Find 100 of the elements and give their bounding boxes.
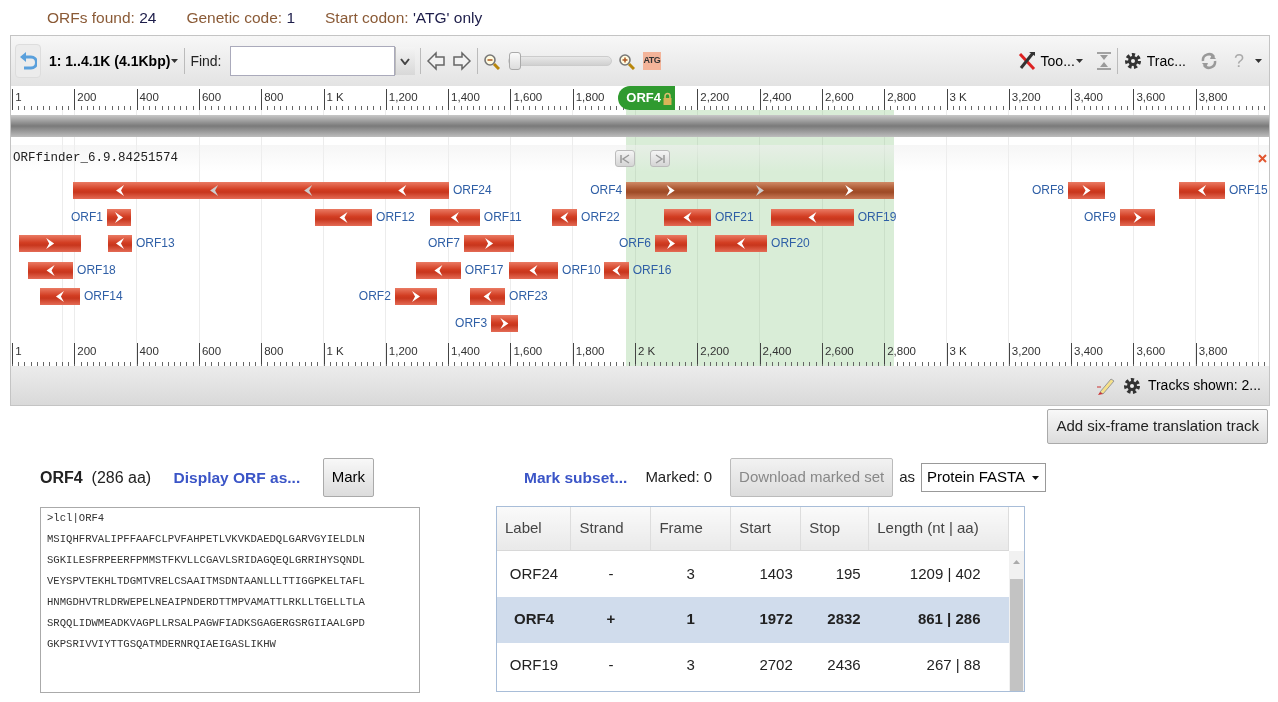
- orf-bar[interactable]: [715, 235, 768, 252]
- orf-bar[interactable]: [430, 208, 480, 226]
- orf-label[interactable]: ORF14: [83, 289, 123, 304]
- arrow-left-icon[interactable]: [425, 51, 446, 71]
- format-select[interactable]: Protein FASTA: [921, 463, 1047, 492]
- summary-text: Start codon: 'ATG' only: [325, 7, 483, 28]
- orf-bar[interactable]: [1120, 208, 1156, 226]
- scrollbar[interactable]: [1009, 550, 1024, 691]
- ruler-label: 1,600: [510, 89, 543, 110]
- orf-label[interactable]: ORF9: [1084, 209, 1116, 225]
- find-label: Find:: [190, 51, 222, 71]
- orf-label[interactable]: ORF19: [857, 209, 897, 225]
- orf-label[interactable]: ORF7: [428, 236, 460, 251]
- ruler-label: 200: [74, 343, 97, 364]
- orf-bar[interactable]: [654, 235, 687, 252]
- selection-marker[interactable]: ORF4: [618, 86, 675, 110]
- orf-bar[interactable]: [18, 235, 82, 252]
- ruler-label: 3,400: [1071, 89, 1103, 110]
- close-icon[interactable]: [1258, 154, 1267, 163]
- slider-thumb[interactable]: [508, 52, 521, 70]
- gear-icon[interactable]: [1121, 375, 1142, 396]
- orf-label[interactable]: ORF6: [618, 236, 651, 251]
- orf-label[interactable]: ORF23: [509, 289, 548, 304]
- ruler-label: 1,200: [385, 89, 418, 110]
- table-row[interactable]: ORF4 + 1 1972 2832 861 | 286: [497, 596, 1009, 643]
- orf-label[interactable]: ORF10: [562, 262, 601, 278]
- table-cell: 2702: [730, 642, 801, 689]
- orf-bar[interactable]: [1178, 182, 1225, 199]
- orf-label[interactable]: ORF22: [581, 209, 620, 225]
- orf-bar[interactable]: [1068, 182, 1106, 199]
- tracks-shown-button[interactable]: Tracks shown: 2...: [1147, 375, 1261, 396]
- orf-bar[interactable]: [770, 208, 854, 226]
- table-row[interactable]: ORF24 - 3 1403 195 1209 | 402: [497, 550, 1009, 597]
- tools-menu-button[interactable]: Too...: [1040, 50, 1075, 72]
- orf-bar[interactable]: [394, 288, 437, 305]
- mark-button[interactable]: Mark: [322, 458, 374, 497]
- orf-bar[interactable]: [491, 314, 518, 332]
- column-header[interactable]: Start: [730, 506, 801, 551]
- orf-label[interactable]: ORF16: [632, 262, 672, 278]
- add-track-button[interactable]: Add six-frame translation track: [1047, 409, 1268, 444]
- track-title: ORFfinder_6.9.84251574: [13, 150, 179, 168]
- ruler-label: 1,800: [572, 89, 605, 110]
- table-row[interactable]: ORF19 - 3 2702 2436 267 | 88: [497, 642, 1009, 689]
- orf-label[interactable]: ORF3: [455, 315, 488, 331]
- table-cell: ORF19: [497, 642, 571, 689]
- ruler-label: 3,600: [1133, 343, 1166, 364]
- orf-label[interactable]: ORF8: [1032, 183, 1064, 198]
- find-field[interactable]: [229, 46, 395, 76]
- summary-text: Genetic code: 1: [186, 7, 295, 28]
- atg-button[interactable]: ATG: [642, 52, 662, 70]
- table-cell: 1403: [730, 550, 801, 597]
- table-cell: ORF4: [497, 596, 571, 643]
- column-header[interactable]: Stop: [800, 506, 869, 551]
- tools-icon[interactable]: [1016, 50, 1037, 72]
- column-header[interactable]: Label: [497, 506, 571, 551]
- orf-label[interactable]: ORF18: [77, 262, 116, 278]
- orf-bar[interactable]: [464, 235, 515, 252]
- gear-icon[interactable]: [1122, 51, 1143, 71]
- orf-label[interactable]: ORF1: [71, 209, 103, 225]
- ruler-label: 200: [74, 89, 97, 110]
- table-cell: 2832: [800, 596, 869, 643]
- orf-bar[interactable]: [27, 261, 74, 279]
- arrow-right-icon[interactable]: [451, 51, 472, 71]
- zoom-out-icon[interactable]: [482, 52, 500, 70]
- orf-label[interactable]: ORF17: [464, 262, 504, 278]
- orf-bar[interactable]: [663, 208, 711, 226]
- orf-bar[interactable]: [603, 261, 629, 279]
- ruler-label: 800: [261, 89, 284, 110]
- orf-label[interactable]: ORF11: [483, 209, 522, 225]
- orf-label[interactable]: ORF4: [590, 183, 623, 198]
- column-header[interactable]: Strand: [570, 506, 651, 551]
- tracks-menu-button[interactable]: Trac...: [1146, 50, 1186, 72]
- orf-label[interactable]: ORF20: [771, 236, 810, 251]
- orf-label[interactable]: ORF12: [376, 209, 415, 225]
- orf-bar[interactable]: [107, 208, 131, 226]
- orf-label[interactable]: ORF24: [453, 183, 492, 198]
- orf-bar[interactable]: [416, 261, 461, 279]
- sequence-field[interactable]: >lcl|ORF4 MSIQHFRVALIPFFAAFCLPVFAHPETLVKVKDAEDQLGARVGYIELDLN SGKILESFRPEERFPMMSTFKVLLCGAVLSRIDAGQEQLGRRIHYSQNDL VEYSPVTEKHLTDGMTVRELCSAAITMSDNTAANLLLTTIGGPKELTAFL HNMGDHVTRLDRWEPELNEAIPNDERDTTMPVAMATTLRKLLTGELLTLA SRQQLIDWMEADKVAGPLLRSALPAGWFIADKSGAGERGSRGIIAALGPD GKPSRIVVIYTTGSQATMDERNRQIAEIGASLIKHW: [40, 506, 420, 693]
- orf-label[interactable]: ORF2: [358, 289, 391, 304]
- orf-bar[interactable]: [469, 288, 506, 305]
- skip-forward-icon: [655, 153, 665, 164]
- orf-label[interactable]: ORF21: [715, 209, 754, 225]
- ruler-label: 2,200: [697, 343, 730, 364]
- mark-subset-link[interactable]: Mark subset...: [524, 465, 628, 490]
- column-header[interactable]: Frame: [650, 506, 731, 551]
- caret-icon: [1074, 58, 1084, 64]
- orf-bar[interactable]: [509, 261, 559, 279]
- dropdown-button[interactable]: [394, 47, 415, 75]
- orf-bar[interactable]: [626, 182, 895, 199]
- table-cell: 267 | 88: [868, 642, 1009, 689]
- orf-bar[interactable]: [107, 235, 132, 252]
- orf-label[interactable]: ORF15: [1228, 183, 1268, 198]
- orf-bar[interactable]: [315, 208, 373, 226]
- zoom-in-icon[interactable]: [617, 52, 635, 70]
- orf-bar[interactable]: [552, 208, 578, 226]
- orf-label[interactable]: ORF13: [135, 236, 175, 251]
- display-orf-link[interactable]: Display ORF as...: [173, 465, 301, 490]
- column-header[interactable]: Length (nt | aa): [868, 506, 1009, 551]
- range-dropdown[interactable]: 1: 1..4.1K (4.1Kbp): [49, 50, 171, 72]
- orf-bar[interactable]: [40, 288, 80, 305]
